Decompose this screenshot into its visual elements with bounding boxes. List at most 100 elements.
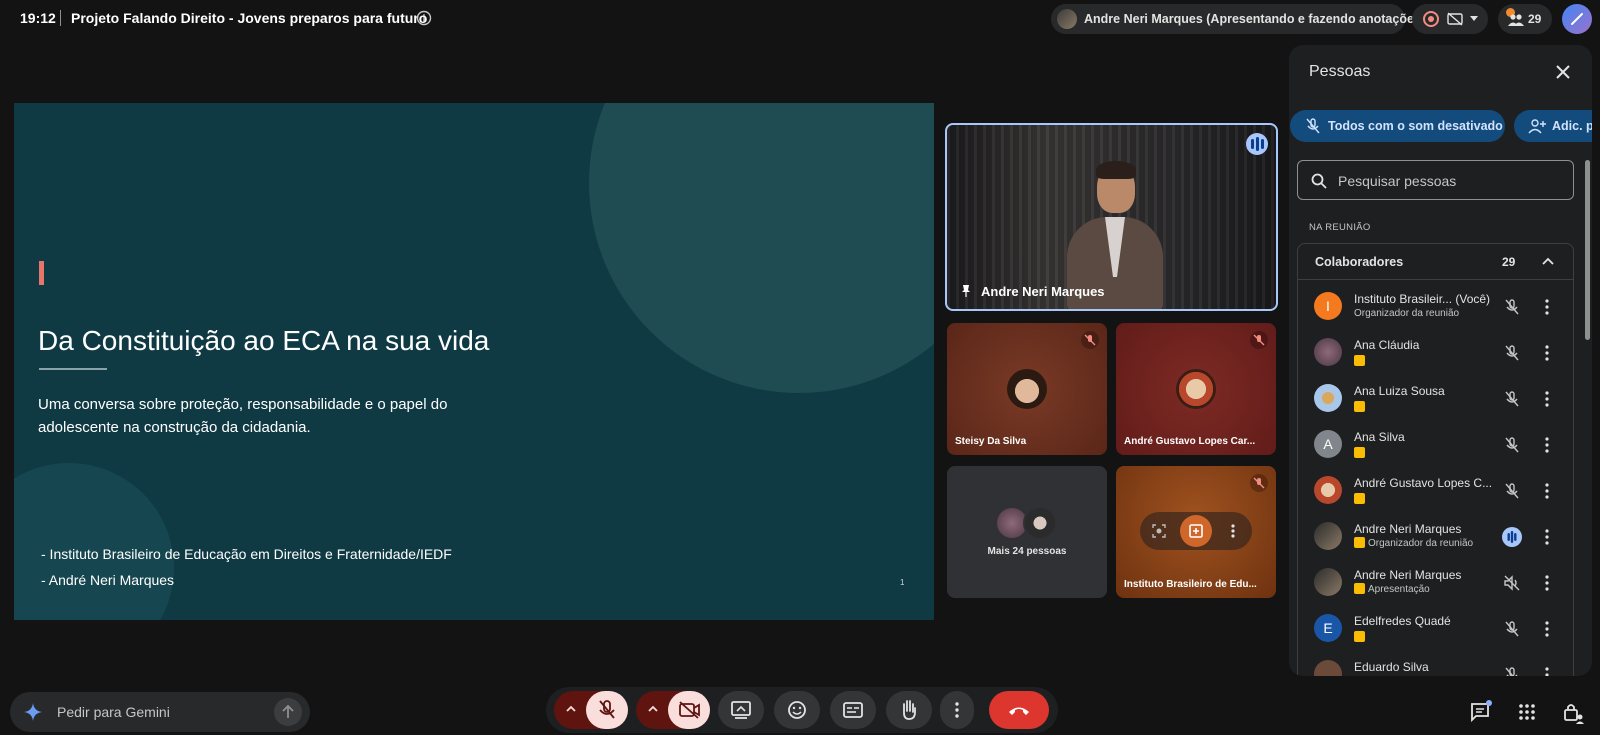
group-header[interactable]: Colaboradores 29: [1298, 244, 1573, 280]
avatar: [1314, 338, 1342, 366]
more-options-icon[interactable]: [1544, 481, 1550, 501]
participant-row[interactable]: I Instituto Brasileir... (Você) Organiza…: [1298, 285, 1573, 331]
captions-button[interactable]: [830, 691, 876, 729]
mic-off-icon[interactable]: [1502, 435, 1522, 455]
mic-off-icon[interactable]: [1502, 343, 1522, 363]
contributor-tag-icon: [1354, 401, 1365, 412]
presenter-status-text: Andre Neri Marques (Apresentando e fazen…: [1084, 12, 1426, 26]
add-people-label: Adic. p: [1552, 119, 1592, 133]
presenter-status-chip[interactable]: Andre Neri Marques (Apresentando e fazen…: [1051, 4, 1425, 34]
more-options-icon[interactable]: [1544, 619, 1550, 639]
avatar: [1176, 369, 1216, 409]
mic-off-icon[interactable]: [1502, 619, 1522, 639]
mic-off-icon[interactable]: [1502, 481, 1522, 501]
mic-off-icon[interactable]: [1502, 665, 1522, 676]
add-to-stage-icon[interactable]: [1180, 515, 1212, 547]
more-options-icon[interactable]: [1544, 527, 1550, 547]
info-icon[interactable]: [416, 10, 432, 26]
contributor-tag-icon: [1354, 493, 1365, 504]
slide-title: Da Constituição ao ECA na sua vida: [38, 325, 490, 356]
recording-controls[interactable]: [1412, 4, 1488, 34]
slide-subtitle: Uma conversa sobre proteção, responsabil…: [38, 396, 448, 436]
contributor-tag-icon: [1354, 355, 1365, 366]
avatar-stack: [995, 506, 1061, 540]
gemini-button[interactable]: [1562, 4, 1592, 34]
chevron-up-icon[interactable]: [564, 702, 578, 716]
avatar: A: [1314, 430, 1342, 458]
host-controls-button[interactable]: [1560, 699, 1586, 725]
search-people-field[interactable]: [1297, 160, 1574, 200]
present-icon: [731, 701, 751, 719]
video-tile[interactable]: Steisy Da Silva: [947, 323, 1107, 455]
participant-row[interactable]: A Ana Silva: [1298, 423, 1573, 469]
video-tile-presenter[interactable]: Andre Neri Marques: [945, 123, 1278, 311]
participant-row[interactable]: Ana Cláudia: [1298, 331, 1573, 377]
group-count: 29: [1502, 255, 1516, 269]
more-options-icon[interactable]: [1544, 573, 1550, 593]
more-options-icon[interactable]: [1544, 343, 1550, 363]
contributors-group: Colaboradores 29 I Instituto Brasileir..…: [1297, 243, 1574, 676]
video-tile-self[interactable]: Instituto Brasileiro de Edu...: [1116, 466, 1276, 598]
more-options-icon[interactable]: [1544, 665, 1550, 676]
presenter-avatar: [1057, 9, 1077, 29]
participant-row[interactable]: E Edelfredes Quadé: [1298, 607, 1573, 653]
meeting-title: Projeto Falando Direito - Jovens preparo…: [71, 10, 428, 26]
divider: [60, 10, 61, 26]
video-tile[interactable]: André Gustavo Lopes Car...: [1116, 323, 1276, 455]
participant-role: Apresentação: [1354, 583, 1430, 595]
gemini-prompt-field[interactable]: Pedir para Gemini: [10, 692, 310, 732]
participants-chip[interactable]: 29: [1498, 4, 1552, 34]
mute-all-button[interactable]: Todos com o som desativado: [1290, 110, 1505, 142]
speaking-indicator-icon: [1502, 527, 1522, 547]
add-people-button[interactable]: Adic. p: [1514, 110, 1592, 142]
pin-icon: [959, 284, 973, 298]
participant-row[interactable]: Andre Neri Marques Organizador da reuniã…: [1298, 515, 1573, 561]
scrollbar[interactable]: [1585, 160, 1590, 340]
reactions-button[interactable]: [774, 691, 820, 729]
volume-off-icon[interactable]: [1502, 573, 1522, 593]
tile-name-label: Instituto Brasileiro de Edu...: [1124, 579, 1257, 590]
tile-name-label: Steisy Da Silva: [955, 436, 1027, 447]
clock: 19:12: [20, 10, 56, 26]
activities-button[interactable]: [1514, 699, 1540, 725]
participant-name: Instituto Brasileir... (Você): [1354, 292, 1491, 306]
raise-hand-button[interactable]: [886, 691, 932, 729]
camera-toggle-button[interactable]: [668, 691, 710, 729]
mute-all-label: Todos com o som desativado: [1328, 119, 1503, 133]
chevron-up-icon[interactable]: [646, 702, 660, 716]
group-name: Colaboradores: [1315, 255, 1404, 269]
mic-off-icon[interactable]: [1502, 297, 1522, 317]
mic-control: [554, 691, 628, 729]
more-options-icon[interactable]: [1544, 389, 1550, 409]
participant-row[interactable]: Ana Luiza Sousa: [1298, 377, 1573, 423]
search-input[interactable]: [1338, 171, 1558, 191]
participant-row[interactable]: André Gustavo Lopes C...: [1298, 469, 1573, 515]
more-options-button[interactable]: [940, 691, 974, 729]
send-button[interactable]: [274, 698, 302, 726]
close-icon[interactable]: [1553, 62, 1573, 82]
participant-row[interactable]: Andre Neri Marques Apresentação: [1298, 561, 1573, 607]
mic-toggle-button[interactable]: [586, 691, 628, 729]
video-tile-more-people[interactable]: Mais 24 pessoas: [947, 466, 1107, 598]
avatar: I: [1314, 292, 1342, 320]
mic-off-icon: [1304, 117, 1322, 135]
more-options-icon[interactable]: [1544, 297, 1550, 317]
leave-call-button[interactable]: [989, 691, 1049, 729]
top-bar: 19:12 Projeto Falando Direito - Jovens p…: [0, 0, 1600, 36]
contributor-tag-icon: [1354, 583, 1365, 594]
chat-button[interactable]: [1468, 699, 1494, 725]
chevron-down-icon: [1470, 16, 1478, 22]
recording-icon: [1423, 11, 1439, 27]
mic-off-icon[interactable]: [1502, 389, 1522, 409]
camera-off-icon: [679, 701, 700, 719]
participant-name: Eduardo Silva: [1354, 660, 1429, 674]
more-options-icon[interactable]: [1544, 435, 1550, 455]
more-options-icon[interactable]: [1217, 515, 1249, 547]
credit-line: - André Neri Marques: [41, 572, 175, 588]
mic-off-icon: [1250, 331, 1268, 349]
frame-icon[interactable]: [1143, 515, 1175, 547]
chevron-up-icon[interactable]: [1540, 254, 1556, 270]
present-screen-button[interactable]: [718, 691, 764, 729]
slide-credits: - Instituto Brasileiro de Educação em Di…: [41, 541, 452, 593]
participant-row[interactable]: Eduardo Silva: [1298, 653, 1573, 676]
